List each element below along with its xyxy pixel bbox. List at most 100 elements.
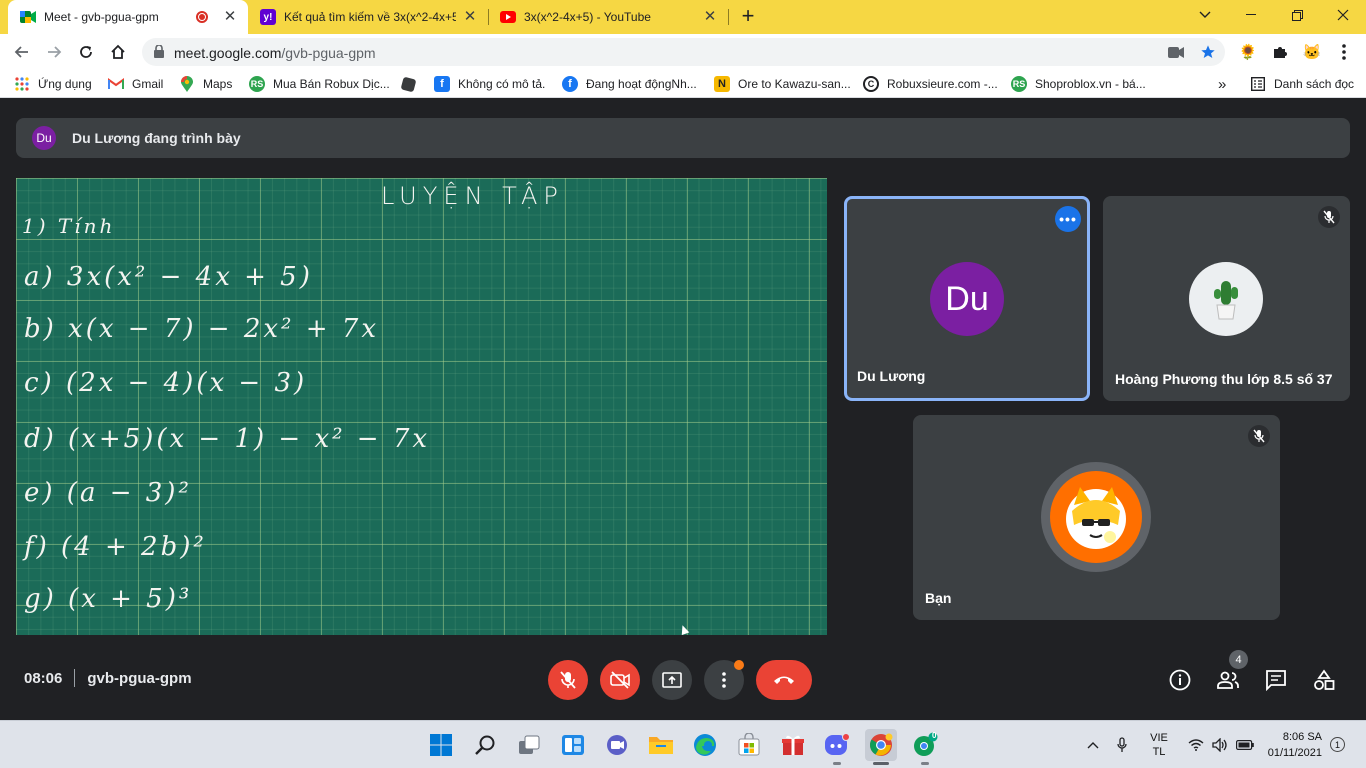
meeting-code: gvb-pgua-gpm (87, 669, 192, 687)
chat-icon[interactable] (1264, 668, 1288, 692)
bookmark-label: Gmail (132, 77, 164, 91)
bookmark-gmail[interactable]: Gmail (108, 74, 163, 94)
wifi-icon[interactable] (1186, 721, 1206, 768)
back-button[interactable] (10, 40, 34, 64)
tab-title: 3x(x^2-4x+5) - YouTube (524, 10, 651, 24)
keyboard-layout: TL (1152, 746, 1166, 758)
running-indicator (833, 762, 841, 765)
extensions-puzzle-icon[interactable] (1268, 40, 1292, 64)
more-options-button[interactable] (704, 660, 744, 700)
shared-screen-blackboard[interactable]: LUYỆN TẬP 1) Tính a) 3x(x² − 4x + 5) b) … (16, 178, 827, 635)
board-line: 1) Tính (22, 214, 116, 238)
profile-avatar-icon[interactable]: 🐱 (1300, 40, 1324, 64)
meeting-details-icon[interactable] (1168, 668, 1192, 692)
bookmark-ore-to-kawazu[interactable]: N Ore to Kawazu-san... (714, 74, 851, 94)
participant-tile-self[interactable]: Bạn (913, 415, 1280, 620)
language-code: VIE (1150, 732, 1168, 744)
divider (74, 669, 76, 687)
rs-icon: RS (1011, 76, 1027, 92)
task-view-icon[interactable] (513, 729, 545, 761)
bookmark-roblox[interactable] (400, 74, 423, 94)
facebook-round-icon: f (562, 76, 578, 92)
url-text: meet.google.com/gvb-pgua-gpm (174, 45, 376, 61)
restore-button[interactable] (1274, 0, 1320, 30)
discord-icon[interactable] (821, 729, 853, 765)
more-bookmarks-button[interactable]: » (1218, 74, 1226, 94)
notification-center-icon[interactable]: 1 (1330, 737, 1345, 752)
leave-call-button[interactable] (756, 660, 812, 700)
bookmark-label: Maps (203, 77, 233, 91)
participant-tile-du-luong[interactable]: Du ••• Du Lương (844, 196, 1090, 401)
participant-name: Du Lương (857, 368, 926, 384)
lock-icon[interactable] (154, 44, 164, 63)
meeting-info: 08:06 gvb-pgua-gpm (24, 669, 192, 687)
bookmark-label: Ore to Kawazu-san... (738, 77, 851, 91)
camera-permission-icon[interactable] (1166, 42, 1186, 62)
muted-mic-icon (1248, 425, 1270, 447)
battery-icon[interactable] (1234, 721, 1256, 768)
n-icon: N (714, 76, 730, 92)
widgets-icon[interactable] (557, 729, 589, 761)
extension-sunflower-icon[interactable]: 🌻 (1236, 40, 1260, 64)
microsoft-store-icon[interactable] (733, 729, 765, 761)
edge-browser-icon[interactable] (689, 729, 721, 761)
close-window-button[interactable] (1320, 0, 1366, 30)
tab-search-results[interactable]: y! Kết quả tìm kiếm về 3x(x^2-4x+5 ✕ (248, 0, 488, 34)
tab-title: Meet - gvb-pgua-gpm (44, 10, 159, 24)
bookmark-robuxsieure[interactable]: C Robuxsieure.com -... (863, 74, 998, 94)
teams-chat-icon[interactable] (601, 729, 633, 761)
home-button[interactable] (106, 40, 130, 64)
input-language-indicator[interactable]: VIE TL (1144, 721, 1174, 768)
bookmark-label: Mua Bán Robux Dịc... (273, 77, 390, 91)
chrome-menu-icon[interactable] (1332, 40, 1356, 64)
apps-grid-icon (14, 76, 30, 92)
address-bar[interactable]: meet.google.com/gvb-pgua-gpm (142, 38, 1225, 66)
present-screen-button[interactable] (652, 660, 692, 700)
bookmark-facebook-2[interactable]: f Đang hoạt độngNh... (562, 74, 697, 94)
show-hidden-icons-chevron[interactable] (1083, 721, 1103, 768)
mic-off-button[interactable] (548, 660, 588, 700)
new-tab-button[interactable]: + (737, 5, 759, 28)
tab-separator (728, 9, 729, 25)
bookmark-facebook-1[interactable]: f Không có mô tả. (434, 74, 545, 94)
reading-list-button[interactable]: Danh sách đọc (1250, 74, 1354, 94)
volume-icon[interactable] (1210, 721, 1230, 768)
close-tab-icon[interactable]: ✕ (702, 9, 718, 25)
tab-meet[interactable]: Meet - gvb-pgua-gpm ✕ (8, 0, 248, 34)
camera-off-button[interactable] (600, 660, 640, 700)
people-icon[interactable] (1216, 668, 1240, 692)
microphone-icon[interactable] (1112, 721, 1132, 768)
participant-tile-hoang-phuong[interactable]: Hoàng Phương thu lớp 8.5 số 37 (1103, 196, 1350, 401)
gift-app-icon[interactable] (777, 729, 809, 761)
close-tab-icon[interactable]: ✕ (462, 9, 478, 25)
clock-date: 01/11/2021 (1267, 747, 1322, 759)
bookmark-robux-1[interactable]: RS Mua Bán Robux Dịc... (249, 74, 390, 94)
forward-button[interactable] (42, 40, 66, 64)
bookmark-apps[interactable]: Ứng dụng (14, 74, 92, 94)
presenter-text: Du Lương đang trình bày (72, 130, 241, 146)
board-line: c) (2x − 4)(x − 3) (24, 368, 308, 398)
taskbar-clock[interactable]: 8:06 SA 01/11/2021 (1262, 729, 1322, 761)
reload-button[interactable] (74, 40, 98, 64)
close-tab-icon[interactable]: ✕ (222, 9, 238, 25)
bookmark-shoproblox[interactable]: RS Shoproblox.vn - bá... (1011, 74, 1146, 94)
file-explorer-icon[interactable] (645, 729, 677, 761)
tab-search-icon[interactable] (1182, 0, 1228, 30)
start-button[interactable] (425, 729, 457, 761)
facebook-icon: f (434, 76, 450, 92)
tab-youtube[interactable]: 3x(x^2-4x+5) - YouTube ✕ (488, 0, 728, 34)
whatsapp-chrome-icon[interactable]: 0 (909, 729, 941, 765)
search-icon[interactable] (469, 729, 501, 761)
bookmark-maps[interactable]: Maps (179, 74, 232, 94)
board-line: f) (4 + 2b)² (24, 532, 207, 562)
minimize-button[interactable] (1228, 0, 1274, 30)
bookmark-label: Ứng dụng (38, 77, 92, 91)
chrome-icon[interactable] (865, 729, 897, 765)
activities-icon[interactable] (1312, 668, 1336, 692)
meet-app: Du Du Lương đang trình bày LUYỆN TẬP 1) … (0, 99, 1366, 720)
bookmark-star-icon[interactable] (1198, 42, 1218, 62)
more-options-icon[interactable]: ••• (1055, 206, 1081, 232)
meet-icon (20, 9, 36, 25)
presenter-avatar: Du (32, 126, 56, 150)
bookmark-label: Đang hoạt độngNh... (586, 77, 697, 91)
